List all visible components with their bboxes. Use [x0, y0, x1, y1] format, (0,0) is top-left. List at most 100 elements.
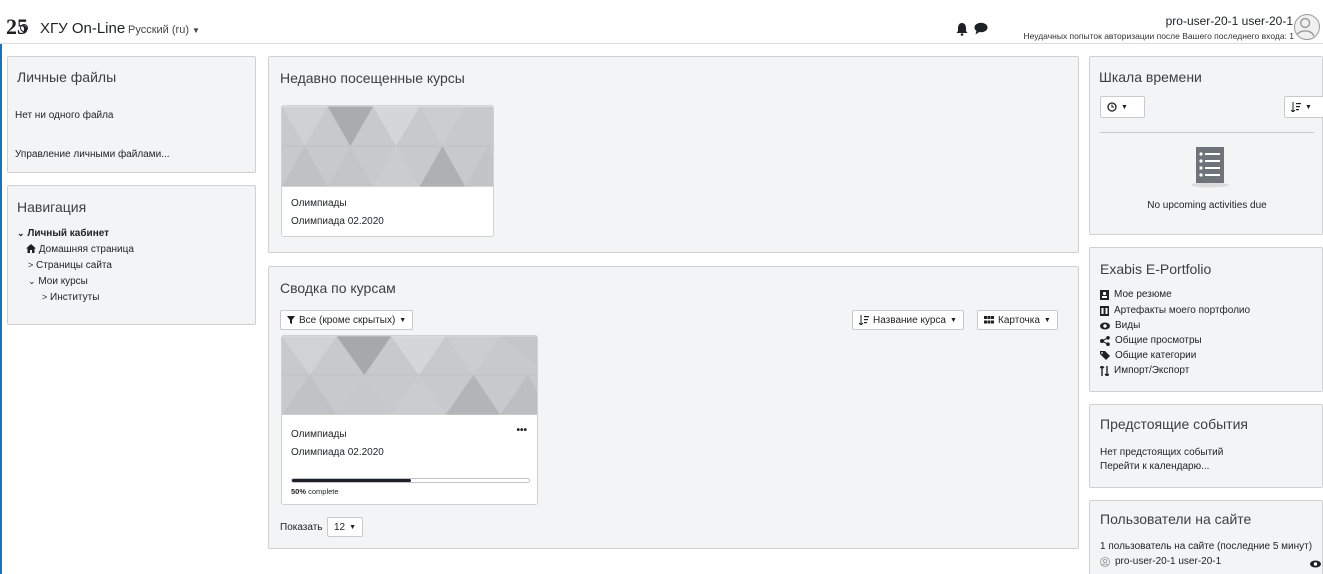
- nav-item-label: Институты: [50, 292, 100, 303]
- list-doc-icon: [1191, 147, 1229, 188]
- top-navbar: 25 ХГУ On-Line Русский (ru) ▼ pro-user-20…: [0, 0, 1323, 44]
- course-category: Олимпиады: [291, 198, 347, 209]
- caret-down-icon: ▼: [1043, 316, 1051, 324]
- block-title: Навигация: [17, 199, 87, 215]
- recent-course-card[interactable]: Олимпиады Олимпиада 02.2020: [281, 105, 494, 237]
- user-name[interactable]: pro-user-20-1 user-20-1: [1166, 14, 1293, 28]
- timeline-empty-text: No upcoming activities due: [1147, 200, 1267, 211]
- resume-icon: [1100, 289, 1109, 300]
- home-icon: [26, 244, 36, 253]
- course-image: [282, 336, 537, 415]
- bell-icon[interactable]: [956, 22, 968, 36]
- caret-down-icon: ▼: [191, 26, 200, 35]
- filter-icon: [287, 316, 295, 324]
- portfolio-item-label: Артефакты моего портфолио: [1114, 305, 1251, 316]
- caret-down-icon: ▼: [399, 316, 407, 324]
- divider: [1100, 132, 1314, 133]
- nav-item-dashboard[interactable]: ⌄ Личный кабинет: [17, 228, 109, 239]
- portfolio-item-import-export[interactable]: Импорт/Экспорт: [1100, 365, 1189, 376]
- portfolio-item-label: Импорт/Экспорт: [1114, 365, 1190, 376]
- portfolio-item-shared-views[interactable]: Общие просмотры: [1100, 335, 1202, 346]
- course-name[interactable]: Олимпиада 02.2020: [291, 216, 384, 227]
- clock-icon: [1107, 102, 1117, 112]
- eye-icon: [1100, 322, 1110, 329]
- portfolio-item-label: Мое резюме: [1114, 289, 1172, 300]
- sort-dropdown[interactable]: Название курса ▼: [852, 310, 964, 330]
- timeline-block: Шкала времени ▼ ▼ No upcoming activities…: [1089, 56, 1323, 235]
- site-logo[interactable]: 25: [6, 14, 36, 38]
- block-title: Пользователи на сайте: [1100, 511, 1252, 527]
- language-menu[interactable]: Русский (ru) ▼: [128, 24, 200, 36]
- tags-icon: [1100, 351, 1110, 360]
- nav-item-label: Страницы сайта: [36, 260, 112, 271]
- site-brand[interactable]: ХГУ On-Line: [40, 20, 125, 37]
- upcoming-events-block: Предстоящие события Нет предстоящих собы…: [1089, 404, 1323, 488]
- filter-dropdown[interactable]: Все (кроме скрытых) ▼: [280, 310, 414, 330]
- online-user-row[interactable]: pro-user-20-1 user-20-1: [1100, 556, 1221, 567]
- nav-item-label: Домашняя страница: [38, 244, 134, 255]
- caret-down-icon: ▼: [1121, 103, 1128, 111]
- navigation-block: Навигация ⌄ Личный кабинет Домашняя стра…: [7, 185, 256, 325]
- block-title: Сводка по курсам: [280, 280, 396, 296]
- view-dropdown[interactable]: Карточка ▼: [977, 310, 1058, 330]
- calendar-link[interactable]: Перейти к календарю...: [1100, 461, 1209, 472]
- view-label: Карточка: [998, 314, 1040, 326]
- nav-item-my-courses[interactable]: ⌄ Мои курсы: [28, 276, 88, 287]
- page-left-edge: [0, 0, 2, 574]
- filter-label: Все (кроме скрытых): [299, 314, 396, 326]
- block-title: Личные файлы: [17, 69, 117, 85]
- portfolio-item-label: Виды: [1115, 320, 1141, 331]
- progress-bar: [291, 478, 530, 483]
- nav-item-home[interactable]: Домашняя страница: [26, 244, 134, 255]
- grid-icon: [984, 316, 994, 324]
- private-files-block: Личные файлы Нет ни одного файла Управле…: [7, 56, 256, 173]
- block-title: Exabis E-Portfolio: [1100, 261, 1212, 277]
- sort-icon: [1291, 102, 1301, 112]
- nav-item-label: Личный кабинет: [27, 228, 110, 239]
- nav-item-institutes[interactable]: > Институты: [42, 292, 99, 303]
- portfolio-item-views[interactable]: Виды: [1100, 320, 1140, 331]
- recent-courses-block: Недавно посещенные курсы Олимпиады Олимп…: [268, 56, 1079, 253]
- user-avatar-icon: [1100, 556, 1110, 567]
- course-image: [282, 106, 493, 187]
- online-users-block: Пользователи на сайте 1 пользователь на …: [1089, 500, 1323, 574]
- language-label: Русский (ru): [128, 24, 189, 36]
- progress-fill: [292, 479, 411, 482]
- caret-down-icon: ▼: [349, 523, 357, 531]
- caret-down-icon: ▼: [949, 316, 957, 324]
- portfolio-item-artifacts[interactable]: Артефакты моего портфолио: [1100, 305, 1250, 316]
- page-size-dropdown[interactable]: 12 ▼: [327, 517, 364, 537]
- timeline-sort-dropdown[interactable]: ▼: [1284, 96, 1323, 118]
- portfolio-item-resume[interactable]: Мое резюме: [1100, 289, 1172, 300]
- course-name[interactable]: Олимпиада 02.2020: [291, 447, 384, 458]
- nav-item-site-pages[interactable]: > Страницы сайта: [28, 260, 112, 271]
- online-summary: 1 пользователь на сайте (последние 5 мин…: [1100, 541, 1313, 552]
- block-title: Шкала времени: [1099, 69, 1202, 85]
- page-size-label: Показать: [280, 522, 323, 533]
- timeline-filter-dropdown[interactable]: ▼: [1100, 96, 1145, 118]
- portfolio-item-label: Общие категории: [1115, 350, 1197, 361]
- share-icon: [1100, 335, 1110, 346]
- manage-files-link[interactable]: Управление личными файлами...: [15, 149, 170, 160]
- eye-icon[interactable]: [1310, 560, 1321, 568]
- portfolio-item-shared-categories[interactable]: Общие категории: [1100, 350, 1196, 361]
- course-card[interactable]: Олимпиады ••• Олимпиада 02.2020 50% comp…: [281, 335, 538, 505]
- artifacts-icon: [1100, 305, 1109, 316]
- caret-down-icon: ▼: [1305, 103, 1312, 111]
- import-export-icon: [1100, 365, 1109, 376]
- chat-icon[interactable]: [974, 22, 988, 35]
- no-files-text: Нет ни одного файла: [15, 110, 114, 121]
- course-overview-block: Сводка по курсам Все (кроме скрытых) ▼ Н…: [268, 266, 1079, 549]
- svg-text:25: 25: [6, 14, 28, 38]
- course-menu-icon[interactable]: •••: [516, 425, 527, 436]
- avatar-icon[interactable]: [1294, 14, 1320, 40]
- chevron-right-icon: >: [42, 292, 48, 302]
- login-failures-notice: Неудачных попыток авторизации после Ваше…: [1023, 31, 1294, 41]
- online-user-name[interactable]: pro-user-20-1 user-20-1: [1115, 556, 1221, 567]
- course-category: Олимпиады: [291, 429, 347, 440]
- no-events-text: Нет предстоящих событий: [1100, 447, 1224, 458]
- progress-suffix: complete: [306, 487, 339, 496]
- chevron-right-icon: >: [28, 260, 34, 270]
- progress-text: 50% complete: [291, 487, 339, 496]
- chevron-down-icon: ⌄: [17, 228, 25, 238]
